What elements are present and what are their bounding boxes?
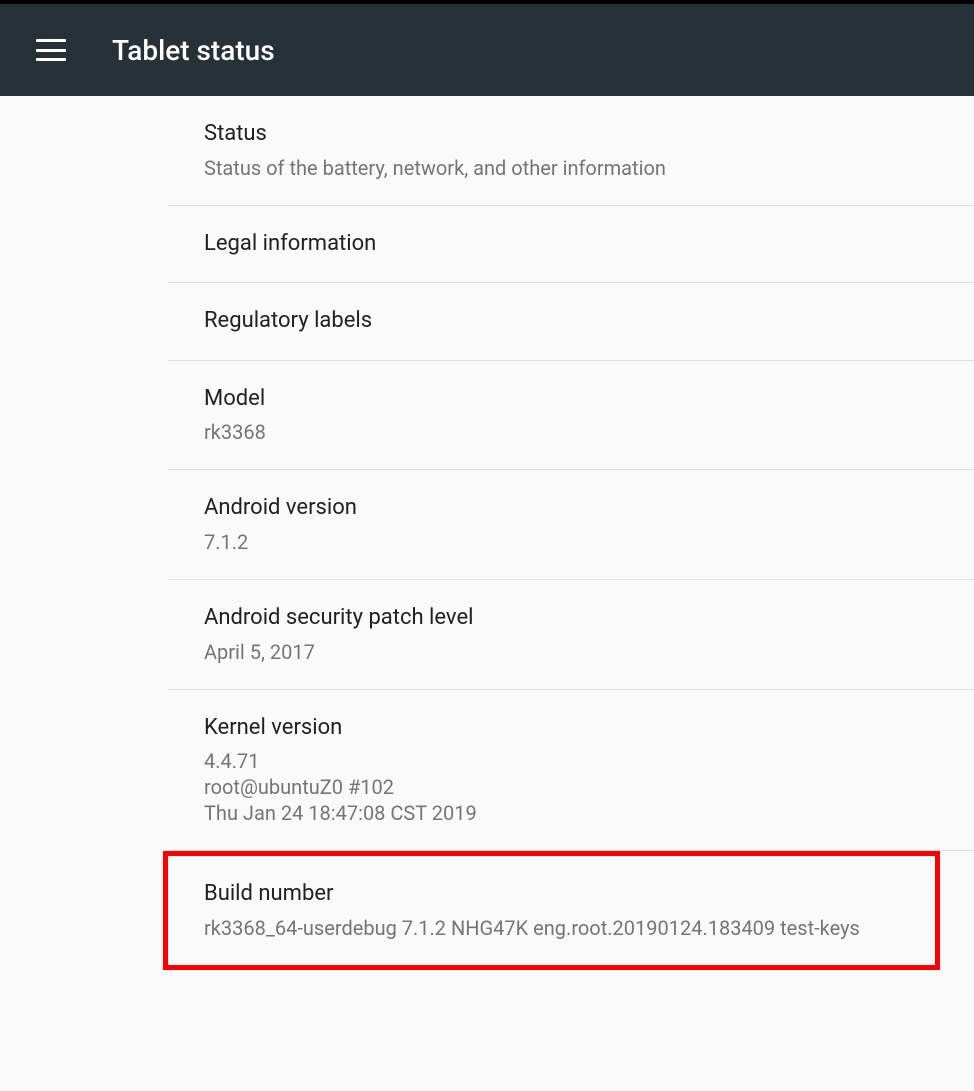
item-subtitle: rk3368_64-userdebug 7.1.2 NHG47K eng.roo…	[204, 915, 903, 941]
list-item-android-security-patch-level[interactable]: Android security patch level April 5, 20…	[168, 580, 974, 690]
app-header: Tablet status	[0, 0, 974, 96]
item-title: Android security patch level	[204, 604, 942, 633]
item-title: Status	[204, 120, 942, 149]
item-subtitle: 4.4.71 root@ubuntuZ0 #102 Thu Jan 24 18:…	[204, 748, 942, 826]
list-item-kernel-version[interactable]: Kernel version 4.4.71 root@ubuntuZ0 #102…	[168, 690, 974, 852]
hamburger-menu-icon[interactable]	[36, 39, 66, 61]
list-item-android-version[interactable]: Android version 7.1.2	[168, 470, 974, 580]
page-title: Tablet status	[112, 34, 275, 67]
list-item-legal-information[interactable]: Legal information	[168, 206, 974, 284]
list-item-model[interactable]: Model rk3368	[168, 361, 974, 471]
item-subtitle: April 5, 2017	[204, 639, 942, 665]
item-subtitle: rk3368	[204, 419, 942, 445]
item-subtitle: 7.1.2	[204, 529, 942, 555]
item-title: Build number	[204, 880, 903, 909]
item-title: Model	[204, 385, 942, 414]
item-subtitle: Status of the battery, network, and othe…	[204, 155, 942, 181]
item-title: Legal information	[204, 230, 942, 259]
list-item-status[interactable]: Status Status of the battery, network, a…	[168, 96, 974, 206]
list-item-regulatory-labels[interactable]: Regulatory labels	[168, 283, 974, 361]
item-title: Regulatory labels	[204, 307, 942, 336]
item-title: Android version	[204, 494, 942, 523]
item-title: Kernel version	[204, 714, 942, 743]
list-item-build-number[interactable]: Build number rk3368_64-userdebug 7.1.2 N…	[163, 851, 940, 970]
settings-list: Status Status of the battery, network, a…	[0, 96, 974, 970]
